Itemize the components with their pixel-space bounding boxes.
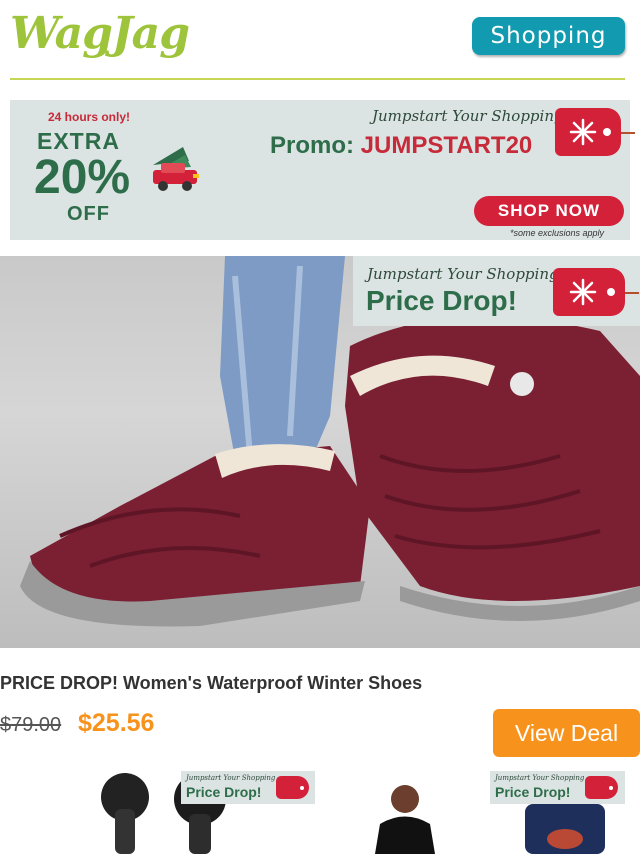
badge-tag — [553, 268, 639, 316]
banner-off: OFF — [67, 203, 110, 225]
product-image[interactable]: Jumpstart Your Shopping Price Drop! — [0, 256, 640, 648]
thumb-badge-text: Price Drop! — [186, 784, 262, 800]
banner-percent: 20% — [34, 151, 131, 204]
banner-hours: 24 hours only! — [48, 110, 131, 124]
view-deal-button[interactable]: View Deal — [493, 709, 640, 757]
promo-label: Promo: — [270, 132, 354, 159]
product-title[interactable]: PRICE DROP! Women's Waterproof Winter Sh… — [0, 673, 422, 694]
snowflake-icon — [569, 118, 597, 146]
promo-banner[interactable]: 24 hours only! EXTRA 20% OFF Jumpstart Y… — [10, 100, 635, 240]
badge-headline: Jumpstart Your Shopping — [367, 265, 559, 283]
promo-text: Promo: JUMPSTART20 — [270, 132, 532, 160]
promo-code: JUMPSTART20 — [360, 132, 533, 159]
price-drop-badge: Jumpstart Your Shopping Price Drop! — [353, 256, 640, 326]
snowflake-icon — [569, 278, 597, 306]
sale-price: $25.56 — [78, 709, 155, 737]
banner-tag — [555, 108, 635, 156]
thumb-badge: Jumpstart Your Shopping Price Drop! — [181, 771, 315, 804]
product-thumbnail-mounts[interactable]: Jumpstart Your Shopping Price Drop! — [85, 769, 315, 854]
thumb-badge: Jumpstart Your Shopping Price Drop! — [490, 771, 625, 804]
shop-now-button[interactable]: SHOP NOW — [474, 196, 624, 226]
exclusions-note: *some exclusions apply — [510, 228, 605, 238]
badge-price-drop-text: Price Drop! — [366, 285, 517, 316]
wagjag-logo[interactable]: WagJag — [10, 8, 190, 59]
thumb-badge-tag — [276, 776, 309, 799]
thumb-badge-headline: Jumpstart Your Shopping — [186, 774, 276, 782]
tag-hole — [300, 785, 304, 790]
tag-hole — [609, 785, 613, 790]
shopping-button[interactable]: Shopping — [472, 17, 625, 55]
thumb-badge-headline: Jumpstart Your Shopping — [495, 774, 585, 782]
tag-hole — [607, 288, 615, 296]
tag-hole — [603, 128, 611, 136]
thumb-badge-text: Price Drop! — [495, 784, 571, 800]
banner-headline: Jumpstart Your Shopping — [372, 107, 564, 125]
product-thumbnail-vests[interactable]: Jumpstart Your Shopping Price Drop! — [350, 769, 625, 854]
header-divider — [10, 78, 625, 80]
thumb-badge-tag — [585, 776, 618, 799]
tag-string — [625, 292, 639, 294]
old-price: $79.00 — [0, 714, 62, 736]
tag-string — [621, 132, 635, 134]
car-with-tree-icon — [153, 147, 199, 191]
